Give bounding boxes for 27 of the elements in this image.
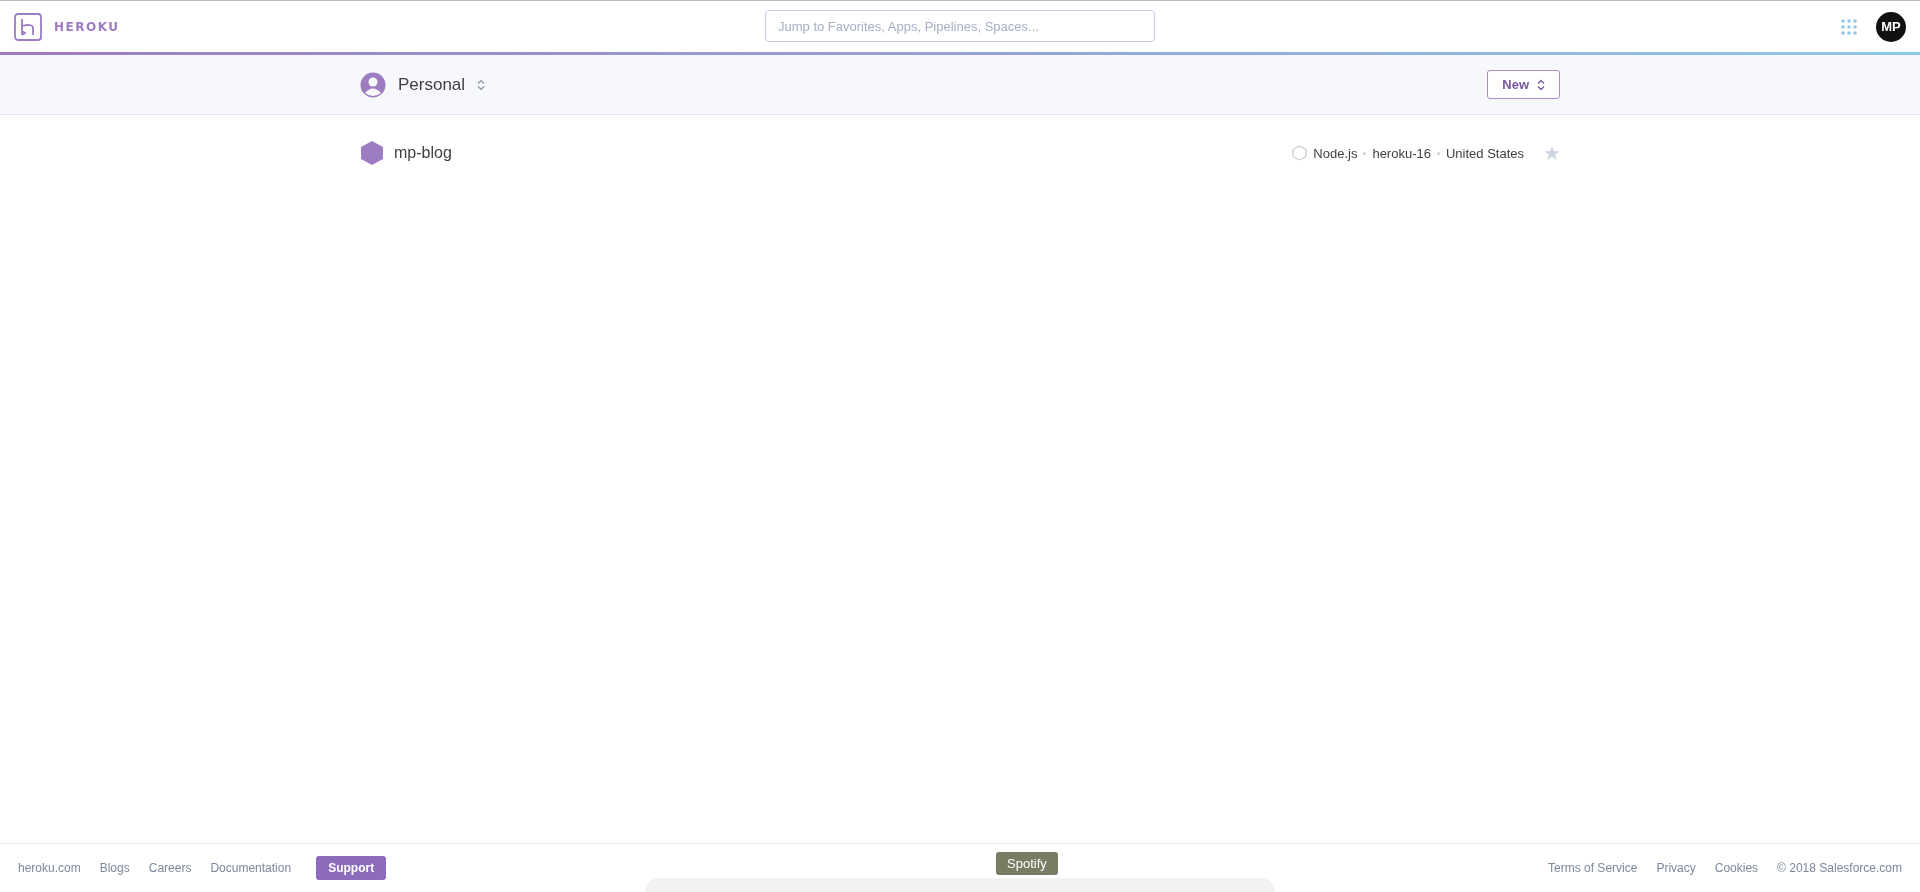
footer-link[interactable]: Blogs: [99, 861, 130, 875]
copyright-text: © 2018 Salesforce.com: [1777, 861, 1902, 875]
footer-link[interactable]: Careers: [148, 861, 192, 875]
star-icon[interactable]: [1544, 145, 1560, 161]
search-field[interactable]: Jump to Favorites, Apps, Pipelines, Spaces...: [765, 10, 1155, 42]
user-icon: [360, 71, 386, 98]
app-link[interactable]: mp-blog: [394, 144, 452, 162]
new-button[interactable]: New: [1487, 70, 1560, 99]
logo-wordmark[interactable]: HEROKU: [54, 19, 120, 34]
chevron-updown-icon: [1537, 78, 1545, 91]
logo-icon[interactable]: [14, 12, 42, 41]
apps-grid-icon[interactable]: [1840, 17, 1858, 36]
support-button[interactable]: Support: [316, 856, 387, 880]
region-label: United States: [1445, 145, 1524, 161]
footer-link[interactable]: Cookies: [1714, 861, 1759, 875]
footer-link[interactable]: Privacy: [1656, 861, 1696, 875]
footer-link[interactable]: Documentation: [210, 861, 292, 875]
hexagon-icon: [360, 140, 384, 166]
chevron-updown-icon[interactable]: [477, 78, 486, 91]
account-switcher[interactable]: Personal: [398, 74, 466, 95]
stack-label: Node.js: [1313, 145, 1358, 161]
stack-version: heroku-16: [1372, 145, 1431, 161]
tooltip: Spotify: [996, 852, 1058, 875]
footer-link[interactable]: Terms of Service: [1548, 861, 1638, 875]
user-avatar[interactable]: MP: [1876, 11, 1906, 42]
nodejs-hexagon-icon: [1292, 145, 1308, 161]
footer-link[interactable]: heroku.com: [18, 861, 81, 875]
